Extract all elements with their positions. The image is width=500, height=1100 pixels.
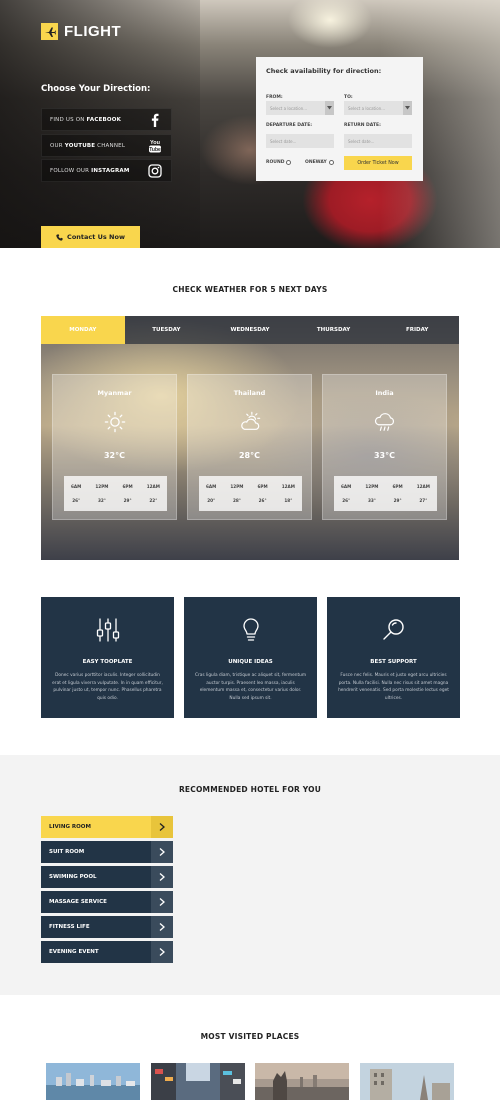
hotel-section: RECOMMENDED HOTEL FOR YOU LIVING ROOM SU… xyxy=(0,755,500,995)
direction-title: Choose Your Direction: xyxy=(41,84,151,94)
weather-title: CHECK WEATHER FOR 5 NEXT DAYS xyxy=(172,285,328,294)
weather-panel: MONDAY TUESDAY WEDNESDAY THURSDAY FRIDAY… xyxy=(41,316,459,560)
feature-title: EASY TOOPLATE xyxy=(82,659,133,665)
social-youtube[interactable]: OUR YOUTUBE CHANNEL You Tube xyxy=(41,134,172,157)
sliders-icon xyxy=(96,618,119,642)
order-ticket-button[interactable]: Order Ticket Now xyxy=(344,156,412,170)
places-title: MOST VISITED PLACES xyxy=(200,1032,300,1041)
chevron-right-icon xyxy=(151,816,173,838)
hourly-forecast: 6AM 26° 12PM 33° 6PM 29° 12AM 27° xyxy=(334,476,437,511)
rain-cloud-icon xyxy=(374,413,394,431)
from-label: FROM: xyxy=(266,95,283,100)
hourly-forecast: 6AM 20° 12PM 28° 6PM 26° 12AM 18° xyxy=(199,476,302,511)
phone-icon xyxy=(56,233,63,241)
weather-card-thailand: Thailand 28°C 6AM 20° 12PM 28° 6PM 26° 12AM… xyxy=(187,374,312,520)
hero-banner: FLIGHT Choose Your Direction: FIND US ON… xyxy=(0,0,500,248)
hotel-item-evening-event[interactable]: EVENING EVENT xyxy=(41,941,173,963)
oneway-radio[interactable]: ONEWAY xyxy=(305,160,334,165)
chevron-right-icon xyxy=(151,841,173,863)
departure-label: DEPARTURE DATE: xyxy=(266,123,313,128)
brand-name: FLIGHT xyxy=(64,23,122,40)
hotel-item-suit-room[interactable]: SUIT ROOM xyxy=(41,841,173,863)
feature-card-unique-ideas: UNIQUE IDEAS Cras ligula diam, tristique… xyxy=(184,597,317,718)
hotel-item-massage-service[interactable]: MASSAGE SERVICE xyxy=(41,891,173,913)
feature-text: Cras ligula diam, tristique ac aliquet s… xyxy=(194,673,307,701)
chevron-right-icon xyxy=(151,916,173,938)
facebook-icon xyxy=(146,111,164,129)
feature-title: UNIQUE IDEAS xyxy=(228,659,273,665)
youtube-icon: You Tube xyxy=(146,137,164,155)
feature-text: Fusce nec felis. Mauris et justo eget ar… xyxy=(338,673,449,701)
feature-text: Donec varius porttitor iaculis. Integer … xyxy=(52,673,163,701)
chevron-right-icon xyxy=(151,891,173,913)
weather-city: Thailand xyxy=(233,389,266,397)
to-label: TO: xyxy=(344,95,353,100)
to-select[interactable]: Select a location... xyxy=(344,101,412,115)
sun-icon xyxy=(104,411,125,433)
caret-down-icon xyxy=(403,101,412,115)
radio-circle-icon xyxy=(286,160,292,165)
weather-card-india: India 33°C 6AM 26° 12PM 33° 6PM 29° 12AM 27° xyxy=(322,374,447,520)
weather-city: India xyxy=(375,389,394,397)
from-select[interactable]: Select a location... xyxy=(266,101,334,115)
feature-card-best-support: BEST SUPPORT Fusce nec felis. Mauris et … xyxy=(327,597,460,718)
place-image-tower[interactable] xyxy=(360,1063,454,1100)
brand-logo[interactable]: FLIGHT xyxy=(41,23,121,40)
hotel-item-fitness-life[interactable]: FITNESS LIFE xyxy=(41,916,173,938)
place-image-street[interactable] xyxy=(151,1063,245,1100)
hotel-item-living-room[interactable]: LIVING ROOM xyxy=(41,816,173,838)
weather-temp: 28°C xyxy=(238,451,260,460)
hotel-item-swiming-pool[interactable]: SWIMING POOL xyxy=(41,866,173,888)
magnifier-icon xyxy=(382,619,404,640)
chevron-right-icon xyxy=(151,866,173,888)
social-instagram[interactable]: FOLLOW OUR INSTAGRAM xyxy=(41,159,172,182)
weather-temp: 33°C xyxy=(373,451,395,460)
feature-card-easy-tooplate: EASY TOOPLATE Donec varius porttitor iac… xyxy=(41,597,174,718)
weather-temp: 32°C xyxy=(103,451,125,460)
weather-day-tabs: MONDAY TUESDAY WEDNESDAY THURSDAY FRIDAY xyxy=(41,316,459,344)
weather-city: Myanmar xyxy=(97,389,132,397)
instagram-icon xyxy=(146,162,164,180)
place-image-harbor[interactable] xyxy=(46,1063,140,1100)
booking-title: Check availability for direction: xyxy=(266,67,382,75)
tab-thursday[interactable]: THURSDAY xyxy=(292,316,376,344)
place-image-gargoyle[interactable] xyxy=(255,1063,349,1100)
hotel-title: RECOMMENDED HOTEL FOR YOU xyxy=(178,785,322,794)
svg-text:You: You xyxy=(150,140,160,146)
return-date-input[interactable]: Select date... xyxy=(344,134,412,148)
chevron-right-icon xyxy=(151,941,173,963)
partly-cloudy-icon xyxy=(240,411,260,430)
round-radio[interactable]: ROUND xyxy=(266,160,292,165)
tab-friday[interactable]: FRIDAY xyxy=(375,316,459,344)
contact-us-button[interactable]: Contact Us Now xyxy=(41,226,140,248)
caret-down-icon xyxy=(325,101,334,115)
radio-circle-icon xyxy=(328,160,334,165)
lightbulb-icon xyxy=(242,618,259,641)
return-label: RETURN DATE: xyxy=(344,123,381,128)
weather-card-myanmar: Myanmar 32°C 6AM 26° 12PM 32° 6PM 29° 12AM 2… xyxy=(52,374,177,520)
hourly-forecast: 6AM 26° 12PM 32° 6PM 29° 12AM 22° xyxy=(64,476,167,511)
social-facebook[interactable]: FIND US ON FACEBOOK xyxy=(41,108,172,131)
tab-wednesday[interactable]: WEDNESDAY xyxy=(208,316,292,344)
plane-icon xyxy=(41,23,58,40)
tab-monday[interactable]: MONDAY xyxy=(41,316,125,344)
departure-date-input[interactable]: Select date... xyxy=(266,134,334,148)
feature-title: BEST SUPPORT xyxy=(370,659,417,665)
booking-form: Check availability for direction: FROM: … xyxy=(256,57,423,181)
svg-text:Tube: Tube xyxy=(149,147,161,153)
tab-tuesday[interactable]: TUESDAY xyxy=(125,316,209,344)
